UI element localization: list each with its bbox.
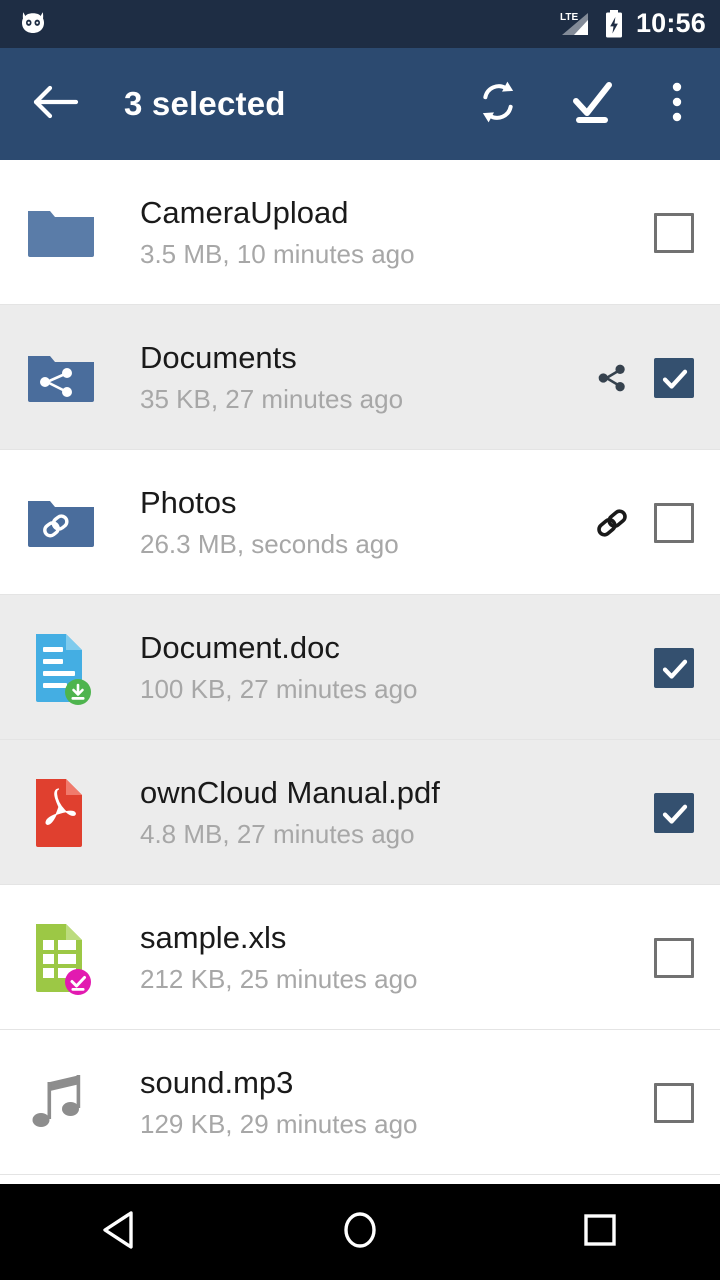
page-title: 3 selected [124,85,286,122]
svg-text:LTE: LTE [560,12,578,23]
owl-icon [18,9,48,39]
status-bar: LTE 10:56 [0,0,720,48]
file-details: 26.3 MB, seconds ago [140,528,399,559]
doc-file-icon [22,625,100,711]
file-info: CameraUpload 3.5 MB, 10 minutes ago [140,195,654,269]
file-info: Document.doc 100 KB, 27 minutes ago [140,630,654,704]
select-all-button[interactable] [564,76,620,132]
link-icon[interactable] [592,503,632,543]
status-bar-notifications [18,9,48,39]
file-info: Photos 26.3 MB, seconds ago [140,485,592,559]
file-name: sample.xls [140,920,287,956]
app-screen: LTE 10:56 3 selected CameraUpload 3.5 MB… [0,0,720,1280]
synced-badge [65,968,91,995]
file-info: sample.xls 212 KB, 25 minutes ago [140,920,654,994]
row-actions [592,357,694,398]
nav-recents-button[interactable] [540,1184,660,1280]
sync-button[interactable] [470,76,526,132]
nav-recents-square-icon [581,1211,619,1254]
file-details: 212 KB, 25 minutes ago [140,963,418,994]
file-checkbox[interactable] [654,937,694,978]
row-actions [654,647,694,688]
table-row[interactable]: CameraUpload 3.5 MB, 10 minutes ago [0,160,720,305]
file-details: 4.8 MB, 27 minutes ago [140,818,415,849]
back-button[interactable] [30,78,82,130]
row-actions [654,937,694,978]
folder-icon [22,190,100,276]
status-bar-clock: 10:56 [635,7,706,38]
file-checkbox[interactable] [654,502,694,543]
overflow-menu-button[interactable] [656,76,698,132]
table-row[interactable]: Photos 26.3 MB, seconds ago [0,450,720,595]
table-row[interactable]: Document.doc 100 KB, 27 minutes ago [0,595,720,740]
table-row[interactable]: sample.xls 212 KB, 25 minutes ago [0,885,720,1030]
navigation-bar [0,1184,720,1280]
file-details: 100 KB, 27 minutes ago [140,673,418,704]
status-bar-indicators: LTE 10:56 [558,9,706,39]
file-name: sound.mp3 [140,1065,294,1101]
file-details: 3.5 MB, 10 minutes ago [140,238,415,269]
folder-link-icon [22,480,100,566]
nav-home-circle-icon [340,1210,380,1255]
spreadsheet-file-icon [22,915,100,1001]
file-checkbox[interactable] [654,357,694,398]
nav-home-button[interactable] [300,1184,420,1280]
file-name: Document.doc [140,630,340,666]
sync-icon [475,79,521,130]
file-checkbox[interactable] [654,1082,694,1123]
file-info: Documents 35 KB, 27 minutes ago [140,340,592,414]
file-checkbox[interactable] [654,212,694,253]
signal-bars-icon: LTE [558,9,592,39]
file-details: 35 KB, 27 minutes ago [140,383,404,414]
back-arrow-icon [33,83,79,126]
table-row[interactable]: sound.mp3 129 KB, 29 minutes ago [0,1030,720,1175]
file-name: CameraUpload [140,195,349,231]
file-name: ownCloud Manual.pdf [140,775,440,811]
pdf-file-icon [22,770,100,856]
file-list: CameraUpload 3.5 MB, 10 minutes ago Docu… [0,160,720,1184]
overflow-menu-icon [671,78,683,131]
file-checkbox[interactable] [654,792,694,833]
nav-back-button[interactable] [60,1184,180,1280]
row-actions [592,502,694,543]
file-info: sound.mp3 129 KB, 29 minutes ago [140,1065,654,1139]
file-name: Photos [140,485,237,521]
table-row[interactable]: Documents 35 KB, 27 minutes ago [0,305,720,450]
action-bar: 3 selected [0,48,720,160]
toolbar-actions [470,76,698,132]
row-actions [654,212,694,253]
battery-charging-icon [603,9,625,39]
table-row[interactable]: ownCloud Manual.pdf 4.8 MB, 27 minutes a… [0,740,720,885]
music-note-icon [22,1060,100,1146]
file-details: 129 KB, 29 minutes ago [140,1108,418,1139]
share-icon[interactable] [592,358,632,398]
file-checkbox[interactable] [654,647,694,688]
row-actions [654,792,694,833]
folder-shared-icon [22,335,100,421]
file-info: ownCloud Manual.pdf 4.8 MB, 27 minutes a… [140,775,654,849]
file-name: Documents [140,340,297,376]
select-all-icon [568,78,616,131]
nav-back-triangle-icon [101,1210,139,1255]
row-actions [654,1082,694,1123]
